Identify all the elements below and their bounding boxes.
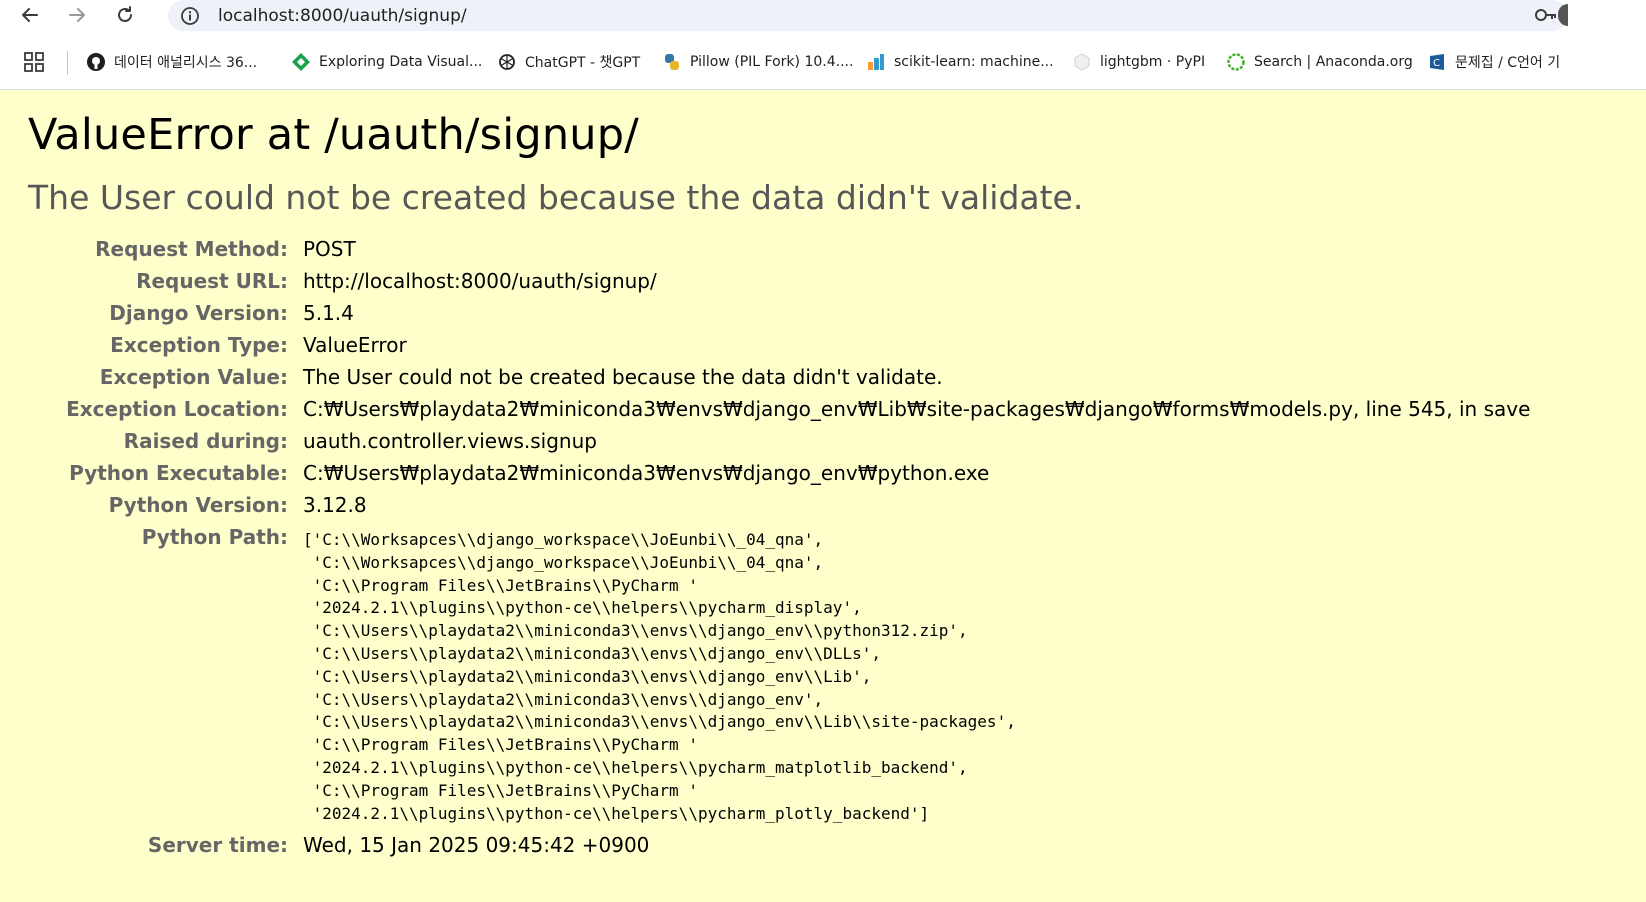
arrow-right-icon [69,8,85,22]
meta-value: Wed, 15 Jan 2025 09:45:42 +0900 [303,833,650,858]
bookmark-item[interactable]: C 문제집 / C언어 기 [1427,52,1560,72]
meta-value: C:₩Users₩playdata2₩miniconda3₩envs₩djang… [303,461,990,485]
meta-row-exception-location: Exception Location: C:₩Users₩playdata2₩m… [28,393,1530,425]
meta-label: Python Version: [108,493,288,517]
anaconda-icon [1226,52,1246,72]
meta-row-python-executable: Python Executable: C:₩Users₩playdata2₩mi… [28,457,1530,489]
meta-value: http://localhost:8000/uauth/signup/ [303,269,657,293]
path-line: '2024.2.1\\plugins\\python-ce\\helpers\\… [303,598,862,618]
bookmark-item[interactable]: scikit-learn: machine... [866,52,1054,72]
diamond-logo-icon [291,52,311,72]
address-bar[interactable]: localhost:8000/uauth/signup/ [168,0,1568,31]
meta-value: ['C:\\Worksapces\\django_workspace\\JoEu… [303,521,1530,829]
meta-label: Exception Location: [66,397,288,421]
meta-row-exception-type: Exception Type: ValueError [28,329,1530,361]
path-line: '2024.2.1\\plugins\\python-ce\\helpers\\… [303,803,930,823]
meta-row-server-time: Server time: Wed, 15 Jan 2025 09:45:42 +… [28,829,1530,861]
meta-label: Request URL: [136,269,288,293]
meta-row-request-url: Request URL: http://localhost:8000/uauth… [28,265,1530,297]
request-meta-table: Request Method: POST Request URL: http:/… [28,233,1530,861]
arrow-left-icon [22,8,38,22]
meta-row-django-version: Django Version: 5.1.4 [28,297,1530,329]
meta-label: Python Path: [141,525,288,549]
bookmark-label: 문제집 / C언어 기 [1455,55,1561,71]
path-line: 'C:\\Worksapces\\django_workspace\\JoEun… [303,552,824,572]
bookmark-label: Pillow (PIL Fork) 10.4.... [690,54,854,70]
reload-icon [118,6,132,22]
bookmarks-bar: 데이터 애널리시스 36... Exploring Data Visual...… [0,31,1646,90]
bookmark-item[interactable]: Search | Anaconda.org [1226,52,1413,72]
reload-button[interactable] [112,2,138,28]
meta-value: ValueError [303,333,407,357]
browser-toolbar: localhost:8000/uauth/signup/ [0,0,1646,31]
error-summary: ValueError at /uauth/signup/ The User co… [0,90,1646,861]
error-title: ValueError at /uauth/signup/ [28,110,639,160]
meta-row-exception-value: Exception Value: The User could not be c… [28,361,1530,393]
bookmark-item[interactable]: lightgbm · PyPI [1072,52,1205,72]
error-message: The User could not be created because th… [28,178,1084,217]
bookmark-item[interactable]: ChatGPT - 챗GPT [497,52,640,72]
meta-value: 3.12.8 [303,493,367,517]
meta-row-request-method: Request Method: POST [28,233,1530,265]
codeup-icon: C [1427,52,1447,72]
path-line: '2024.2.1\\plugins\\python-ce\\helpers\\… [303,757,968,777]
path-line: 'C:\\Program Files\\JetBrains\\PyCharm ' [303,735,698,755]
bookmark-label: Exploring Data Visual... [319,54,483,70]
path-line: 'C:\\Program Files\\JetBrains\\PyCharm ' [303,575,698,595]
meta-value: POST [303,237,356,261]
python-icon [662,52,682,72]
password-key-icon[interactable] [1534,5,1558,25]
path-line: 'C:\\Program Files\\JetBrains\\PyCharm ' [303,780,698,800]
path-line: 'C:\\Users\\playdata2\\miniconda3\\envs\… [303,643,881,663]
bookmark-label: ChatGPT - 챗GPT [525,55,641,71]
meta-label: Exception Value: [99,365,288,389]
svg-text:C: C [1433,58,1440,69]
meta-row-python-path: Python Path: ['C:\\Worksapces\\django_wo… [28,521,1530,829]
meta-label: Request Method: [95,237,288,261]
back-button[interactable] [17,2,43,28]
meta-label: Django Version: [109,301,288,325]
path-line: 'C:\\Users\\playdata2\\miniconda3\\envs\… [303,712,1016,732]
site-info-icon[interactable] [180,6,200,26]
bookmark-label: lightgbm · PyPI [1100,54,1206,70]
url-text: localhost:8000/uauth/signup/ [218,5,467,26]
meta-label: Exception Type: [110,333,288,357]
bookmarks-separator [67,51,68,75]
meta-row-python-version: Python Version: 3.12.8 [28,489,1530,521]
apps-grid-icon[interactable] [24,52,44,72]
meta-value: uauth.controller.views.signup [303,429,597,453]
path-line: 'C:\\Users\\playdata2\\miniconda3\\envs\… [303,666,872,686]
bookmark-label: 데이터 애널리시스 36... [114,55,258,71]
meta-label: Python Executable: [69,461,288,485]
meta-value: 5.1.4 [303,301,354,325]
path-line: ['C:\\Worksapces\\django_workspace\\JoEu… [303,530,824,549]
bookmark-label: Search | Anaconda.org [1254,54,1413,70]
path-line: 'C:\\Users\\playdata2\\miniconda3\\envs\… [303,621,968,641]
github-icon [86,52,106,72]
meta-label: Raised during: [123,429,288,453]
python-path-list: ['C:\\Worksapces\\django_workspace\\JoEu… [303,529,1530,825]
meta-value: The User could not be created because th… [303,365,943,389]
forward-button[interactable] [64,2,90,28]
chatgpt-icon [497,52,517,72]
meta-row-raised-during: Raised during: uauth.controller.views.si… [28,425,1530,457]
bookmark-item[interactable]: Exploring Data Visual... [291,52,482,72]
bookmark-label: scikit-learn: machine... [894,54,1054,70]
bookmark-item[interactable]: Pillow (PIL Fork) 10.4.... [662,52,853,72]
pypi-box-icon [1072,52,1092,72]
scikit-learn-icon [866,52,886,72]
meta-label: Server time: [147,833,288,858]
path-line: 'C:\\Users\\playdata2\\miniconda3\\envs\… [303,689,824,709]
bookmark-item[interactable]: 데이터 애널리시스 36... [86,52,257,72]
meta-value: C:₩Users₩playdata2₩miniconda3₩envs₩djang… [303,397,1531,421]
